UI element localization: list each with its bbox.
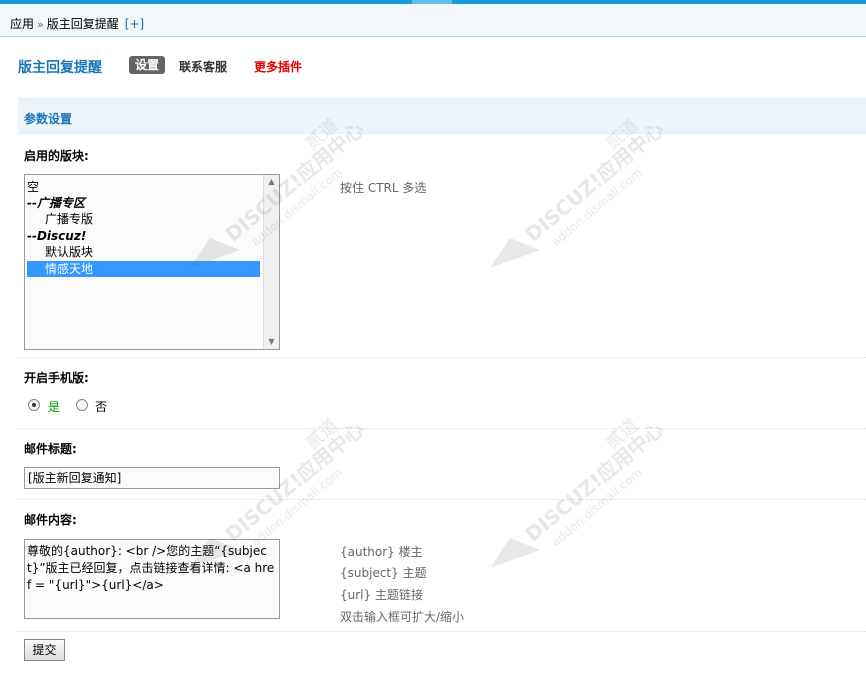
mail-subject-input[interactable]: [版主新回复通知] [24,467,280,489]
mobile-label: 开启手机版: [24,371,89,385]
listbox-scrollbar[interactable]: ▲ ▼ [263,175,279,349]
section-title: 参数设置 [24,112,73,126]
resize-tip: 双击输入框可扩大/缩小 [340,610,465,624]
help-subject-code: {subject} [340,566,399,580]
divider [18,357,866,358]
forum-option-selected[interactable]: 情感天地 [27,261,260,277]
mobile-yes-label[interactable]: 是 [48,398,60,415]
help-author-desc: 楼主 [398,545,423,559]
mobile-no-radio[interactable] [76,399,88,411]
forum-group-discuz: --Discuz! [27,229,87,243]
help-subject: {subject} 主题 [340,564,427,581]
breadcrumb-current: 版主回复提醒 [46,17,119,31]
watermark-brand: DISCUZ!应用中心 [521,117,669,247]
scroll-up-arrow-icon[interactable]: ▲ [264,175,279,189]
plugin-title: 版主回复提醒 [18,60,102,76]
breadcrumb-apps-link[interactable]: 应用 [10,17,34,31]
divider [18,428,866,429]
section-header: 参数设置 [18,98,866,134]
scroll-down-arrow-icon[interactable]: ▼ [264,335,279,349]
help-url-code: {url} [340,588,372,602]
forums-multiselect[interactable]: 空 --广播专区 广播专版 --Discuz! 默认版块 情感天地 ▲ ▼ [24,174,280,350]
submit-button[interactable]: 提交 [24,639,65,661]
more-plugins-link[interactable]: 更多插件 [254,58,302,75]
tab-contact-support[interactable]: 联系客服 [179,58,227,75]
watermark-brand: DISCUZ!应用中心 [521,417,669,547]
help-url: {url} 主题链接 [340,586,423,603]
breadcrumb-separator: » [37,18,44,31]
help-author: {author} 楼主 [340,543,423,560]
forums-label: 启用的版块: [24,149,89,163]
divider [18,631,866,632]
watermark-mark: 贰道 [602,415,643,454]
help-author-code: {author} [340,545,395,559]
help-url-desc: 主题链接 [374,588,423,602]
forum-option-broadcast[interactable]: 广播专版 [27,211,260,227]
divider [18,499,866,500]
breadcrumb-bar: 应用» 版主回复提醒 [+] [0,4,866,37]
watermark-domain: addon.dismall.com [549,465,645,549]
forums-tip: 按住 CTRL 多选 [340,181,427,195]
help-subject-desc: 主题 [402,566,427,580]
watermark-domain: addon.dismall.com [549,165,645,249]
mail-content-label: 邮件内容: [24,513,77,527]
add-shortcut-link[interactable]: [+] [125,17,144,31]
mail-content-textarea[interactable]: 尊敬的{author}: <br />您的主题“{subject}”版主已经回复… [24,539,280,619]
forum-group-broadcast: --广播专区 [27,196,85,210]
breadcrumb: 应用» 版主回复提醒 [+] [10,15,144,32]
watermark-mark: 贰道 [302,415,343,454]
tab-settings[interactable]: 设置 [129,56,166,74]
mail-subject-label: 邮件标题: [24,442,77,456]
watermark-logo-icon: DISCUZ!应用中心 addon.dismall.com 贰道 [490,415,669,568]
forum-option-default[interactable]: 默认版块 [27,244,260,260]
mobile-yes-radio[interactable] [28,399,40,411]
forum-option-empty[interactable]: 空 [27,179,260,195]
mobile-no-label[interactable]: 否 [95,398,107,415]
